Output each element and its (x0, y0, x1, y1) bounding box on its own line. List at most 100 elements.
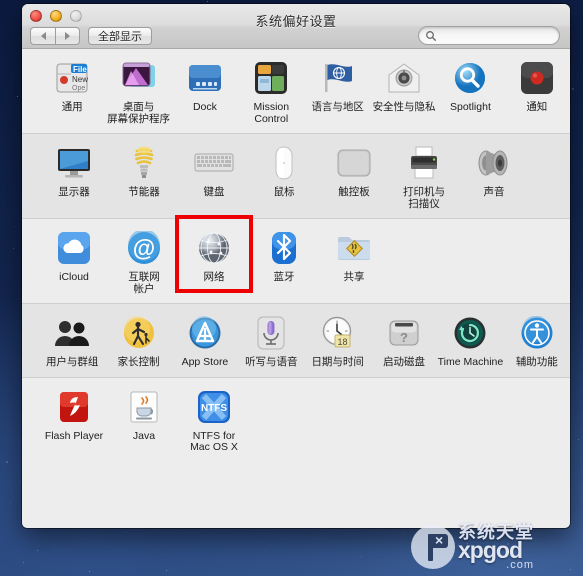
pref-item-label: 通用 (62, 102, 83, 114)
pref-item-ntfs[interactable]: NTFS NTFS for Mac OS X (179, 387, 249, 454)
pref-item-label: 显示器 (58, 187, 90, 199)
chevron-right-icon (65, 32, 70, 40)
pref-item-sound[interactable]: 声音 (459, 143, 529, 210)
pref-item-icloud[interactable]: iCloud (39, 228, 109, 295)
pref-item-label: 蓝牙 (274, 272, 295, 284)
printers-scanners-icon (404, 143, 444, 183)
prefs-row-personal: File New Ope 通用 桌面与 屏幕保护程序 Dock Mission … (22, 49, 570, 134)
desktop-background: 系统偏好设置 全部显示 File New Ope 通用 桌面与 屏幕保护程序 D… (0, 0, 583, 576)
pref-item-label: Java (133, 431, 155, 443)
pref-item-dock[interactable]: Dock (172, 58, 238, 125)
pref-item-label: 用户与群组 (46, 357, 99, 369)
pref-item-trackpad[interactable]: 触控板 (319, 143, 389, 210)
mouse-icon (264, 143, 304, 183)
show-all-button[interactable]: 全部显示 (88, 27, 152, 45)
pref-item-label: 语言与地区 (311, 102, 364, 114)
accessibility-icon (517, 313, 557, 353)
pref-item-printers-scanners[interactable]: 打印机与 扫描仪 (389, 143, 459, 210)
pref-item-label: NTFS for Mac OS X (190, 431, 238, 454)
pref-item-spotlight[interactable]: Spotlight (437, 58, 503, 125)
pref-item-date-time[interactable]: 18 日期与时间 (305, 313, 371, 369)
pref-item-label: 辅助功能 (516, 357, 558, 369)
forward-button[interactable] (55, 27, 80, 45)
svg-text:New: New (72, 75, 88, 84)
mission-control-icon (251, 58, 291, 98)
pref-item-label: 触控板 (338, 187, 370, 199)
network-icon (194, 228, 234, 268)
svg-text:?: ? (400, 330, 408, 345)
pref-item-label: 互联网 帐户 (128, 272, 160, 295)
pref-item-energy-saver[interactable]: 节能器 (109, 143, 179, 210)
trackpad-icon (334, 143, 374, 183)
time-machine-icon (450, 313, 490, 353)
flash-player-icon (54, 387, 94, 427)
pref-item-accessibility[interactable]: 辅助功能 (504, 313, 570, 369)
pref-item-internet-accounts[interactable]: @ 互联网 帐户 (109, 228, 179, 295)
parental-controls-icon (119, 313, 159, 353)
language-region-icon (318, 58, 358, 98)
pref-item-displays[interactable]: 显示器 (39, 143, 109, 210)
displays-icon (54, 143, 94, 183)
pref-item-keyboard[interactable]: 键盘 (179, 143, 249, 210)
pref-item-language-region[interactable]: 语言与地区 (305, 58, 371, 125)
pref-item-mouse[interactable]: 鼠标 (249, 143, 319, 210)
pref-item-dictation-speech[interactable]: 听写与语音 (238, 313, 304, 369)
pref-item-label: iCloud (59, 272, 89, 284)
app-store-icon (185, 313, 225, 353)
pref-item-label: Spotlight (450, 102, 491, 114)
pref-item-security-privacy[interactable]: 安全性与隐私 (371, 58, 437, 125)
pref-item-general[interactable]: File New Ope 通用 (39, 58, 105, 125)
sound-icon (474, 143, 514, 183)
svg-text:File: File (73, 65, 87, 74)
pref-item-label: Mission Control (254, 102, 290, 125)
icloud-icon (54, 228, 94, 268)
pref-item-label: 桌面与 屏幕保护程序 (107, 102, 170, 125)
java-icon (124, 387, 164, 427)
pref-item-label: 共享 (344, 272, 365, 284)
watermark: 系统天堂 xpgod .com (411, 522, 577, 572)
pref-item-label: 启动磁盘 (383, 357, 425, 369)
svg-text:@: @ (133, 235, 155, 261)
prefs-row-system: 用户与群组 家长控制 App Store 听写与语音 18 日期与时间 ? 启动… (22, 304, 570, 378)
search-icon (425, 30, 437, 42)
flag-shape (432, 534, 448, 548)
search-field[interactable] (418, 26, 560, 45)
date-time-icon: 18 (318, 313, 358, 353)
prefs-row-hardware: 显示器 节能器 键盘 鼠标 触控板 打印机与 扫描仪 声音 (22, 134, 570, 219)
show-all-label: 全部显示 (98, 28, 142, 44)
energy-saver-icon (124, 143, 164, 183)
security-privacy-icon (384, 58, 424, 98)
keyboard-icon (194, 143, 234, 183)
search-input[interactable] (440, 29, 554, 43)
pref-item-java[interactable]: Java (109, 387, 179, 454)
prefs-row-other: Flash Player Java NTFS NTFS for Mac OS X (22, 378, 570, 462)
pref-item-parental-controls[interactable]: 家长控制 (105, 313, 171, 369)
pref-item-bluetooth[interactable]: 蓝牙 (249, 228, 319, 295)
pref-item-label: 通知 (526, 102, 547, 114)
pref-item-label: Time Machine (438, 357, 504, 369)
general-icon: File New Ope (52, 58, 92, 98)
notifications-icon (517, 58, 557, 98)
dictation-speech-icon (251, 313, 291, 353)
pref-item-desktop-screensaver[interactable]: 桌面与 屏幕保护程序 (105, 58, 171, 125)
pref-item-sharing[interactable]: 共享 (319, 228, 389, 295)
pref-item-startup-disk[interactable]: ? 启动磁盘 (371, 313, 437, 369)
pref-item-label: 节能器 (128, 187, 160, 199)
desktop-screensaver-icon (119, 58, 159, 98)
pref-item-notifications[interactable]: 通知 (504, 58, 570, 125)
pref-item-network[interactable]: 网络 (179, 228, 249, 295)
pref-item-label: 声音 (484, 187, 505, 199)
navigation-buttons (30, 27, 80, 45)
pref-item-app-store[interactable]: App Store (172, 313, 238, 369)
pref-item-mission-control[interactable]: Mission Control (238, 58, 304, 125)
pref-item-users-groups[interactable]: 用户与群组 (39, 313, 105, 369)
pref-item-label: Flash Player (45, 431, 103, 443)
pref-item-time-machine[interactable]: Time Machine (437, 313, 503, 369)
back-button[interactable] (30, 27, 55, 45)
dock-icon (185, 58, 225, 98)
ntfs-icon: NTFS (194, 387, 234, 427)
pref-item-flash-player[interactable]: Flash Player (39, 387, 109, 454)
sharing-icon (334, 228, 374, 268)
svg-text:NTFS: NTFS (201, 403, 227, 414)
svg-text:18: 18 (337, 337, 347, 347)
